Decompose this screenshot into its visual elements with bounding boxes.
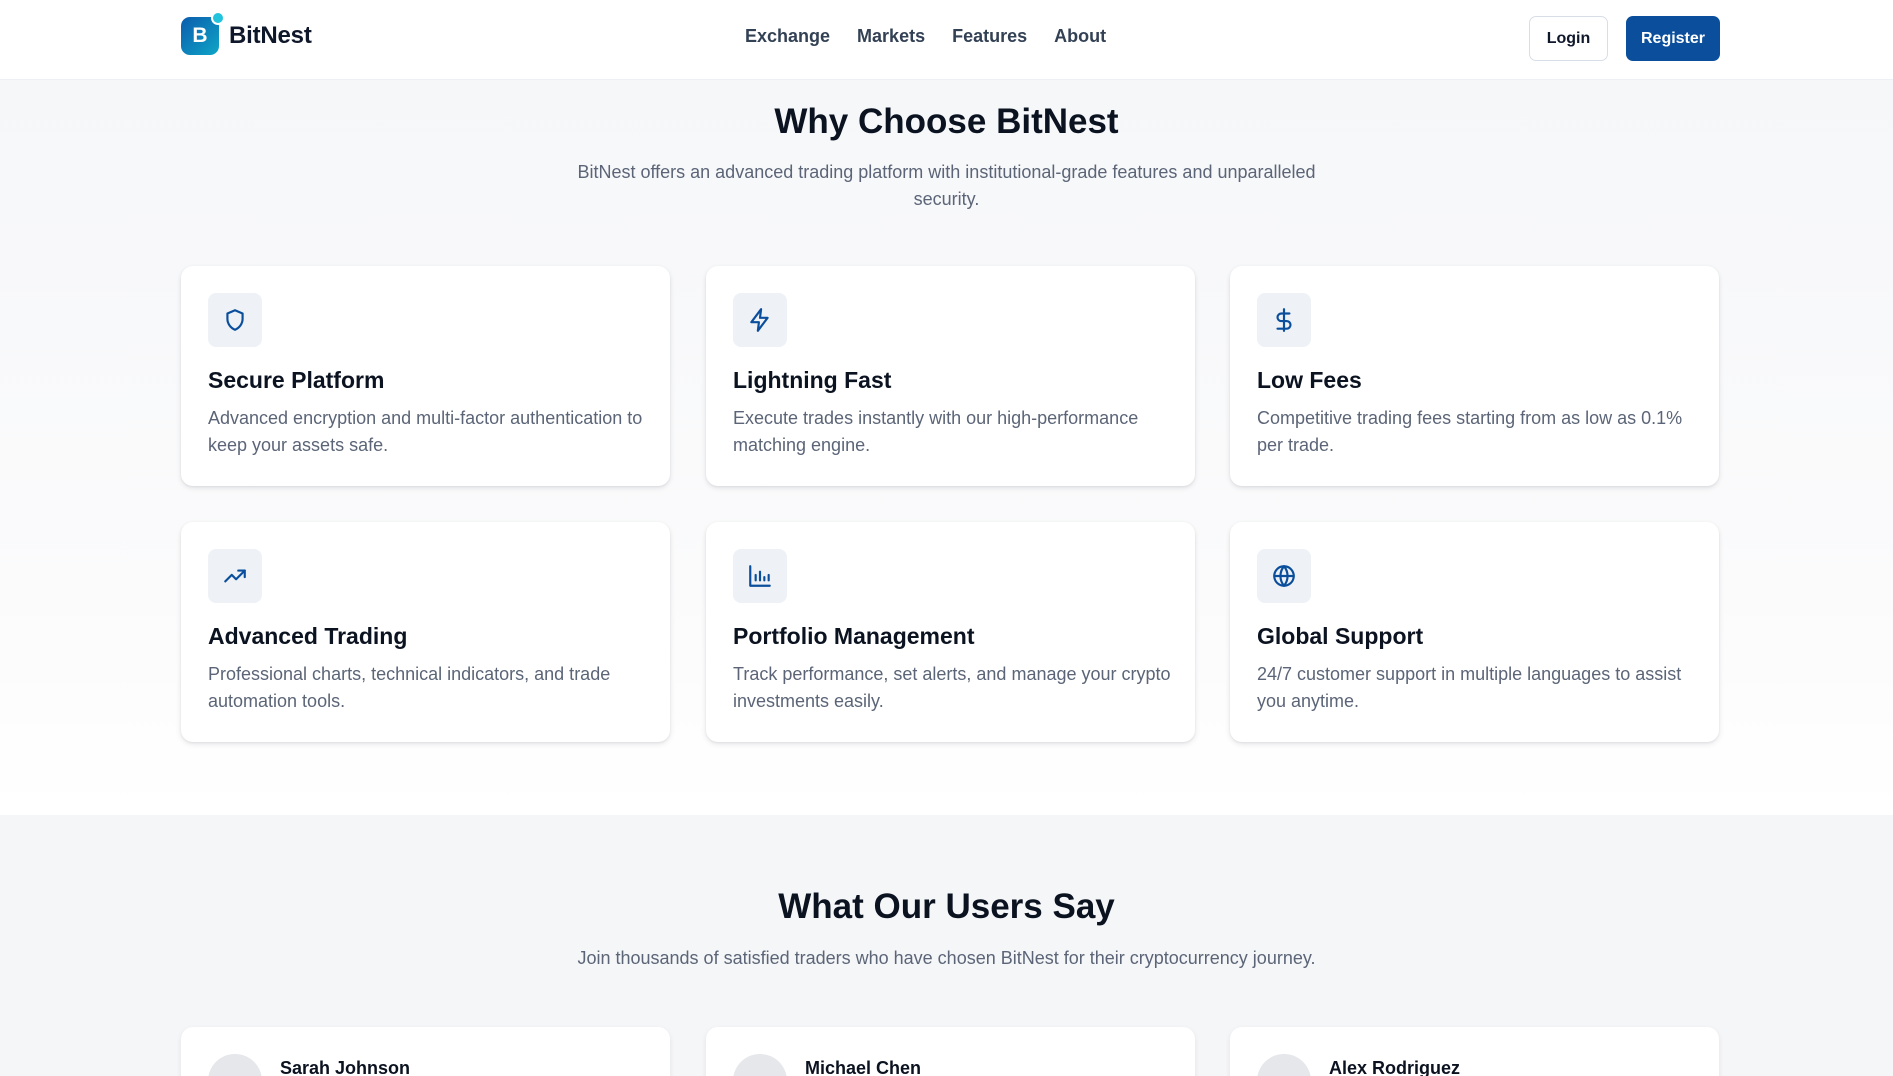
logo-dot — [211, 11, 225, 25]
feature-card-title: Low Fees — [1257, 367, 1362, 393]
logo-letter: B — [192, 24, 208, 47]
feature-card-title: Portfolio Management — [733, 623, 975, 649]
testimonials-section: What Our Users Say Join thousands of sat… — [0, 815, 1893, 1076]
testimonial-card: Sarah Johnson — [181, 1027, 670, 1076]
bar-chart-icon — [733, 549, 787, 603]
testimonials-subtitle: Join thousands of satisfied traders who … — [577, 948, 1316, 968]
feature-card-portfolio: Portfolio Management Track performance, … — [706, 522, 1195, 742]
register-button[interactable]: Register — [1626, 16, 1720, 61]
testimonial-user-name: Sarah Johnson — [280, 1058, 411, 1076]
main-nav: Exchange Markets Features About — [745, 26, 1106, 47]
feature-card-desc: Advanced encryption and multi-factor aut… — [208, 408, 643, 455]
feature-card-title: Lightning Fast — [733, 367, 892, 393]
testimonial-user-name: Alex Rodriguez — [1329, 1058, 1461, 1076]
logo-badge-icon: B — [181, 11, 225, 55]
feature-card-fast: Lightning Fast Execute trades instantly … — [706, 266, 1195, 486]
avatar — [208, 1054, 262, 1076]
testimonial-card: Alex Rodriguez — [1230, 1027, 1719, 1076]
globe-icon — [1257, 549, 1311, 603]
testimonial-user-name: Michael Chen — [805, 1058, 922, 1076]
feature-card-secure: Secure Platform Advanced encryption and … — [181, 266, 670, 486]
top-navbar: B BitNest Exchange Markets Features Abou… — [0, 0, 1893, 80]
nav-link-about[interactable]: About — [1054, 26, 1106, 47]
features-subtitle-line1: BitNest offers an advanced trading platf… — [577, 162, 1316, 182]
testimonials-title: What Our Users Say — [778, 887, 1115, 926]
feature-card-title: Global Support — [1257, 623, 1424, 649]
feature-card-desc: Competitive trading fees starting from a… — [1257, 408, 1683, 455]
brand-logo[interactable]: B BitNest — [181, 11, 312, 55]
lightning-icon — [733, 293, 787, 347]
nav-link-features[interactable]: Features — [952, 26, 1027, 47]
feature-card-title: Advanced Trading — [208, 623, 408, 649]
nav-link-exchange[interactable]: Exchange — [745, 26, 830, 47]
dollar-icon — [1257, 293, 1311, 347]
feature-card-desc: Execute trades instantly with our high-p… — [733, 408, 1139, 455]
testimonial-card: Michael Chen — [706, 1027, 1195, 1076]
features-section: Why Choose BitNest BitNest offers an adv… — [0, 80, 1893, 815]
features-subtitle-line2: security. — [913, 189, 980, 209]
shield-icon — [208, 293, 262, 347]
feature-card-support: Global Support 24/7 customer support in … — [1230, 522, 1719, 742]
feature-card-desc: Professional charts, technical indicator… — [208, 664, 611, 711]
brand-name: BitNest — [229, 22, 312, 49]
features-title: Why Choose BitNest — [774, 102, 1119, 141]
feature-card-desc: 24/7 customer support in multiple langua… — [1257, 664, 1682, 711]
feature-card-title: Secure Platform — [208, 367, 385, 393]
feature-card-desc: Track performance, set alerts, and manag… — [733, 664, 1171, 711]
login-button[interactable]: Login — [1529, 16, 1608, 61]
avatar — [733, 1054, 787, 1076]
feature-card-fees: Low Fees Competitive trading fees starti… — [1230, 266, 1719, 486]
feature-card-trading: Advanced Trading Professional charts, te… — [181, 522, 670, 742]
trending-up-icon — [208, 549, 262, 603]
nav-link-markets[interactable]: Markets — [857, 26, 925, 47]
avatar — [1257, 1054, 1311, 1076]
